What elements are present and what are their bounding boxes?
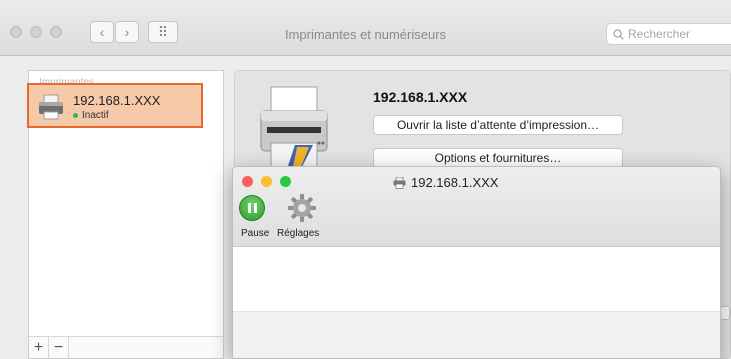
printer-list-item[interactable]: 192.168.1.XXX Inactif [27, 83, 203, 128]
print-job-list[interactable] [233, 247, 720, 311]
queue-minimize-button[interactable] [261, 176, 272, 187]
scrollbar-handle[interactable] [720, 306, 730, 320]
search-input[interactable]: Rechercher [606, 23, 731, 45]
printer-name: 192.168.1.XXX [73, 93, 161, 108]
print-queue-title-text: 192.168.1.XXX [411, 175, 499, 190]
print-queue-window: 192.168.1.XXX Pause Réglages [232, 166, 721, 359]
open-print-queue-button[interactable]: Ouvrir la liste d’attente d’impression… [373, 115, 623, 135]
pause-label[interactable]: Pause [241, 228, 269, 239]
printers-window: ‹ › ⠿ Imprimantes et numériseurs Recherc… [0, 0, 731, 359]
printer-list: Imprimantes 192.168.1.XXX Inactif + − [27, 70, 224, 359]
options-supplies-button[interactable]: Options et fournitures… [373, 148, 623, 168]
pause-button[interactable] [239, 195, 265, 221]
printer-status: Inactif [73, 110, 109, 121]
add-printer-button[interactable]: + [29, 337, 49, 359]
print-job-details-area [233, 311, 720, 358]
printer-list-footer: + − [29, 336, 223, 359]
queue-zoom-button[interactable] [280, 176, 291, 187]
title-bar: ‹ › ⠿ Imprimantes et numériseurs Recherc… [0, 0, 731, 56]
settings-label[interactable]: Réglages [277, 228, 319, 239]
search-placeholder: Rechercher [628, 27, 691, 41]
printer-status-text: Inactif [82, 110, 109, 121]
search-icon [613, 28, 624, 40]
printer-icon [393, 176, 406, 189]
remove-printer-button[interactable]: − [49, 337, 69, 359]
gear-icon[interactable] [287, 193, 317, 223]
printer-title: 192.168.1.XXX [373, 89, 468, 105]
print-queue-toolbar: 192.168.1.XXX Pause Réglages [233, 167, 720, 247]
print-queue-title: 192.168.1.XXX [393, 175, 498, 190]
printer-icon [39, 94, 63, 120]
queue-close-button[interactable] [242, 176, 253, 187]
status-dot-icon [73, 113, 78, 118]
pause-icon [247, 203, 257, 213]
printer-image-icon [260, 86, 328, 170]
